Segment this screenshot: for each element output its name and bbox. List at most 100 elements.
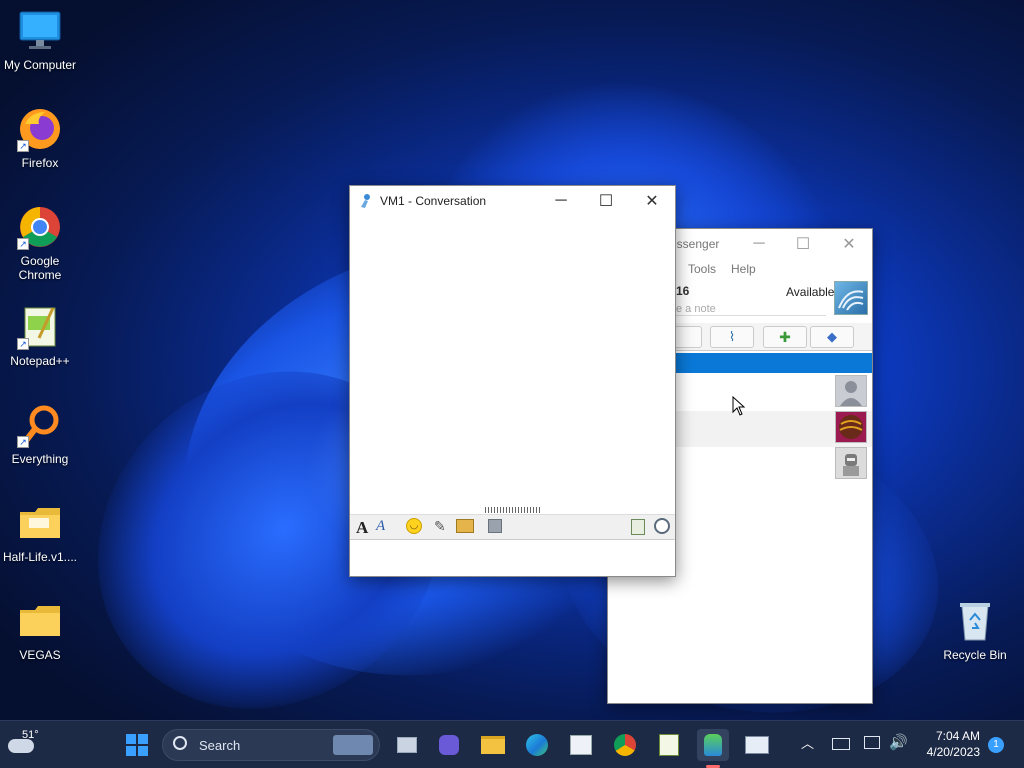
taskbar-notepadpp[interactable] xyxy=(653,729,685,761)
send-file-icon[interactable] xyxy=(456,519,474,533)
notification-badge[interactable]: 1 xyxy=(988,737,1004,753)
desktop-icon-my-computer[interactable]: My Computer xyxy=(0,8,80,72)
shortcut-arrow-icon: ↗ xyxy=(17,140,29,152)
close-button[interactable]: ✕ xyxy=(826,229,872,259)
paste-icon[interactable] xyxy=(631,519,645,535)
compose-toolbar: A A ◡ ✎ xyxy=(350,514,675,540)
shortcut-arrow-icon: ↗ xyxy=(17,338,29,350)
notepadpp-icon xyxy=(659,734,679,756)
search-box[interactable]: Search xyxy=(162,729,380,761)
keyboard-icon[interactable] xyxy=(832,738,850,750)
desktop-icon-label: Everything xyxy=(11,452,69,466)
taskbar-chat[interactable] xyxy=(433,729,465,761)
nudge-icon[interactable]: ✎ xyxy=(434,518,446,535)
recycle-bin-icon xyxy=(952,598,998,644)
save-icon[interactable] xyxy=(488,519,502,533)
font-style-icon[interactable]: A xyxy=(376,518,385,535)
taskbar-resource-monitor[interactable] xyxy=(741,729,773,761)
clock[interactable]: 7:04 AM 4/20/2023 xyxy=(918,728,980,760)
desktop-icon-label: Firefox xyxy=(21,156,59,170)
folder-icon xyxy=(17,598,63,644)
contacts-icon[interactable] xyxy=(672,326,702,348)
weather-temp: 51° xyxy=(22,729,39,741)
desktop-icon-everything[interactable]: ↗ Everything xyxy=(0,402,80,466)
window-title: VM1 - Conversation xyxy=(380,194,487,208)
notepadpp-icon: ↗ xyxy=(17,304,63,350)
desktop-icon-google-chrome[interactable]: ↗ Google Chrome xyxy=(0,204,80,282)
shortcut-arrow-icon: ↗ xyxy=(17,238,29,250)
maximize-button[interactable]: ☐ xyxy=(780,229,826,259)
user-avatar[interactable] xyxy=(834,281,868,315)
taskbar: 51° Search ︿ 🔊 7:04 AM 4/20/2023 1 xyxy=(0,720,1024,768)
chat-icon xyxy=(439,735,459,755)
search-highlight-icon xyxy=(333,735,373,755)
taskbar-store[interactable] xyxy=(565,729,597,761)
task-view-icon xyxy=(397,737,417,753)
weather-widget[interactable]: 51° xyxy=(8,729,48,761)
store-icon xyxy=(570,735,592,755)
volume-icon[interactable]: 🔊 xyxy=(889,733,908,751)
desktop-icon-label: Recycle Bin xyxy=(943,648,1007,662)
desktop-icon-label: Notepad++ xyxy=(10,354,70,368)
contact-avatar xyxy=(835,375,867,407)
clock-time: 7:04 AM xyxy=(935,729,980,743)
folder-icon xyxy=(17,500,63,546)
menu-help[interactable]: Help xyxy=(731,262,756,276)
taskbar-file-explorer[interactable] xyxy=(477,729,509,761)
pane-splitter-handle[interactable] xyxy=(485,507,541,513)
chrome-icon xyxy=(614,734,636,756)
maximize-button[interactable]: ☐ xyxy=(583,186,629,216)
show-hidden-icons-button[interactable]: ︿ xyxy=(801,733,814,752)
resource-monitor-icon xyxy=(745,736,769,754)
desktop-icon-vegas[interactable]: VEGAS xyxy=(0,598,80,662)
start-button[interactable] xyxy=(121,729,153,761)
shortcut-arrow-icon: ↗ xyxy=(17,436,29,448)
taskbar-edge[interactable] xyxy=(521,729,553,761)
rss-icon[interactable]: ⌇ xyxy=(710,326,754,348)
minimize-button[interactable]: ─ xyxy=(736,229,782,259)
desktop-icon-notepadpp[interactable]: ↗ Notepad++ xyxy=(0,304,80,368)
desktop-icon-label: Google Chrome xyxy=(18,254,62,282)
chrome-icon: ↗ xyxy=(17,204,63,250)
history-icon[interactable] xyxy=(654,518,670,534)
menu-tools[interactable]: Tools xyxy=(688,262,716,276)
cloud-icon xyxy=(8,739,34,753)
taskbar-task-view[interactable] xyxy=(391,729,423,761)
desktop-icon-label: Half-Life.v1.... xyxy=(2,550,78,564)
messenger-app-icon xyxy=(359,193,373,209)
message-input[interactable] xyxy=(350,541,675,576)
search-icon xyxy=(173,736,187,750)
taskbar-chrome[interactable] xyxy=(609,729,641,761)
desktop-icon-recycle-bin[interactable]: Recycle Bin xyxy=(935,598,1015,662)
minimize-button[interactable]: ─ xyxy=(538,186,584,216)
conversation-history-pane[interactable] xyxy=(350,216,675,506)
emoticon-icon[interactable]: ◡ xyxy=(406,518,422,534)
desktop-icon-half-life[interactable]: Half-Life.v1.... xyxy=(0,500,80,564)
mouse-cursor-icon xyxy=(732,395,746,416)
clock-date: 4/20/2023 xyxy=(926,745,980,759)
close-button[interactable]: ✕ xyxy=(629,186,675,216)
contact-avatar xyxy=(835,447,867,479)
font-icon[interactable]: A xyxy=(356,518,368,538)
desktop-icon-firefox[interactable]: ↗ Firefox xyxy=(0,106,80,170)
network-icon[interactable] xyxy=(864,736,880,749)
firefox-icon: ↗ xyxy=(17,106,63,152)
add-contact-icon[interactable]: ✚ xyxy=(763,326,807,348)
status-dropdown[interactable]: Available xyxy=(786,285,834,299)
messenger-icon xyxy=(704,734,722,756)
personal-note-field[interactable]: e a note xyxy=(676,303,826,316)
groups-icon[interactable]: ◆ xyxy=(810,326,854,348)
desktop-icon-label: VEGAS xyxy=(19,648,61,662)
edge-icon xyxy=(526,734,548,756)
conversation-window[interactable]: VM1 - Conversation ─ ☐ ✕ A A ◡ ✎ xyxy=(349,185,676,577)
windows-logo-icon xyxy=(126,734,148,756)
taskbar-messenger[interactable] xyxy=(697,729,729,761)
search-placeholder: Search xyxy=(199,738,241,753)
contact-avatar xyxy=(835,411,867,443)
desktop-icon-label: My Computer xyxy=(3,58,77,72)
messenger-title: essenger xyxy=(670,237,720,251)
user-name: 16 xyxy=(676,284,690,298)
folder-icon xyxy=(481,736,505,754)
conversation-titlebar[interactable]: VM1 - Conversation ─ ☐ ✕ xyxy=(350,186,675,216)
monitor-icon xyxy=(17,8,63,54)
